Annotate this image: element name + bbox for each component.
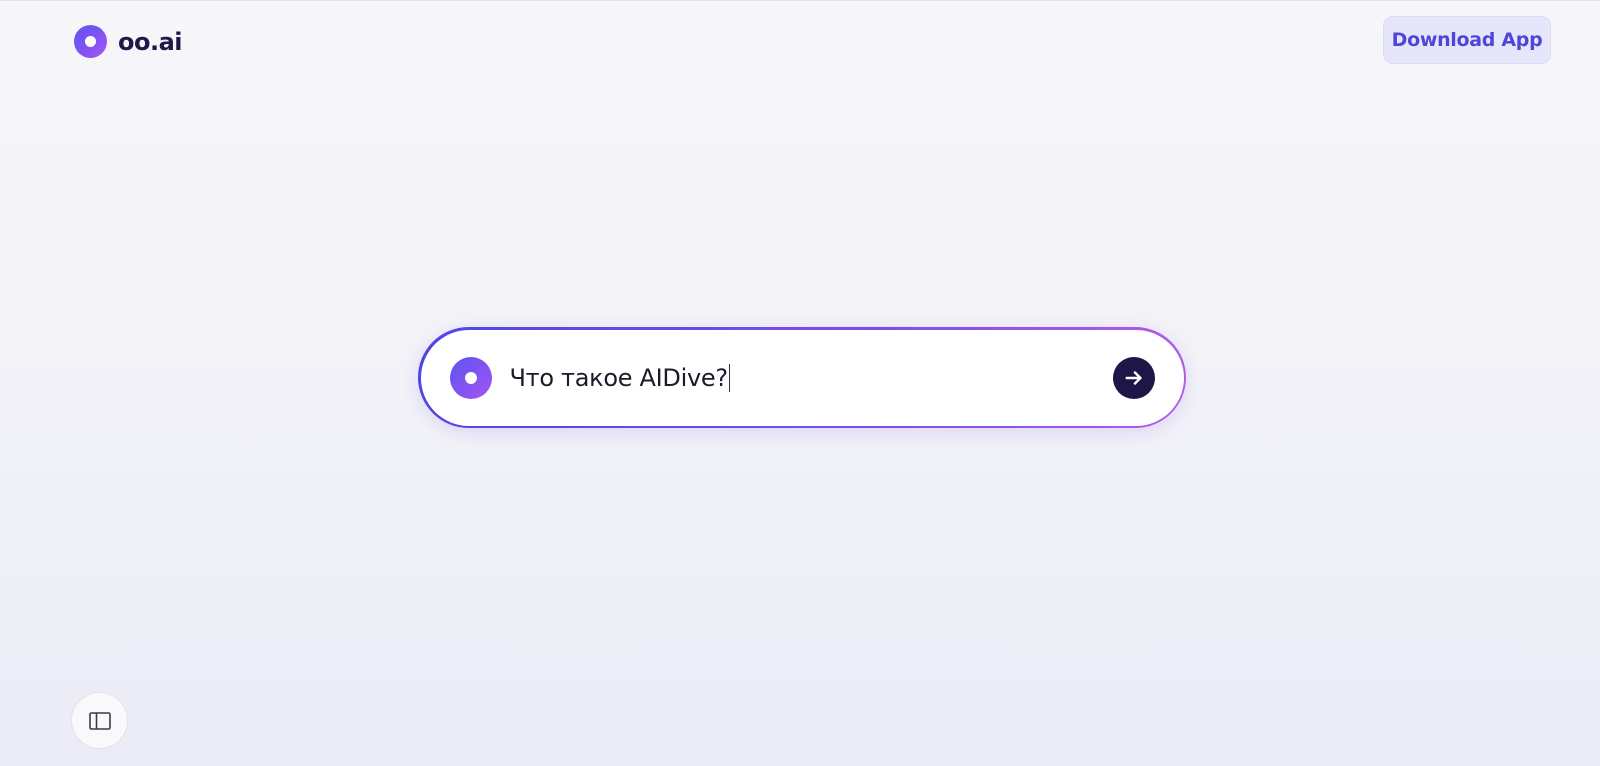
logo-dot xyxy=(464,371,477,384)
download-app-button[interactable]: Download App xyxy=(1383,16,1551,64)
logo[interactable]: oo.ai xyxy=(74,25,183,58)
arrow-right-icon xyxy=(1124,370,1142,385)
search-input-value: Что такое AIDive? xyxy=(509,363,729,392)
text-caret xyxy=(728,363,731,392)
search-bar-inner: Что такое AIDive? xyxy=(420,329,1184,426)
oo-logo-icon xyxy=(74,25,107,58)
logo-text: oo.ai xyxy=(118,27,183,56)
search-bar[interactable]: Что такое AIDive? xyxy=(418,327,1186,428)
sidebar-toggle-button[interactable] xyxy=(71,692,128,749)
sidebar-panel-icon xyxy=(88,711,111,730)
send-button[interactable] xyxy=(1112,356,1155,399)
logo-dot xyxy=(85,36,96,47)
oo-logo-icon xyxy=(449,356,492,399)
search-input[interactable]: Что такое AIDive? xyxy=(509,363,1113,392)
